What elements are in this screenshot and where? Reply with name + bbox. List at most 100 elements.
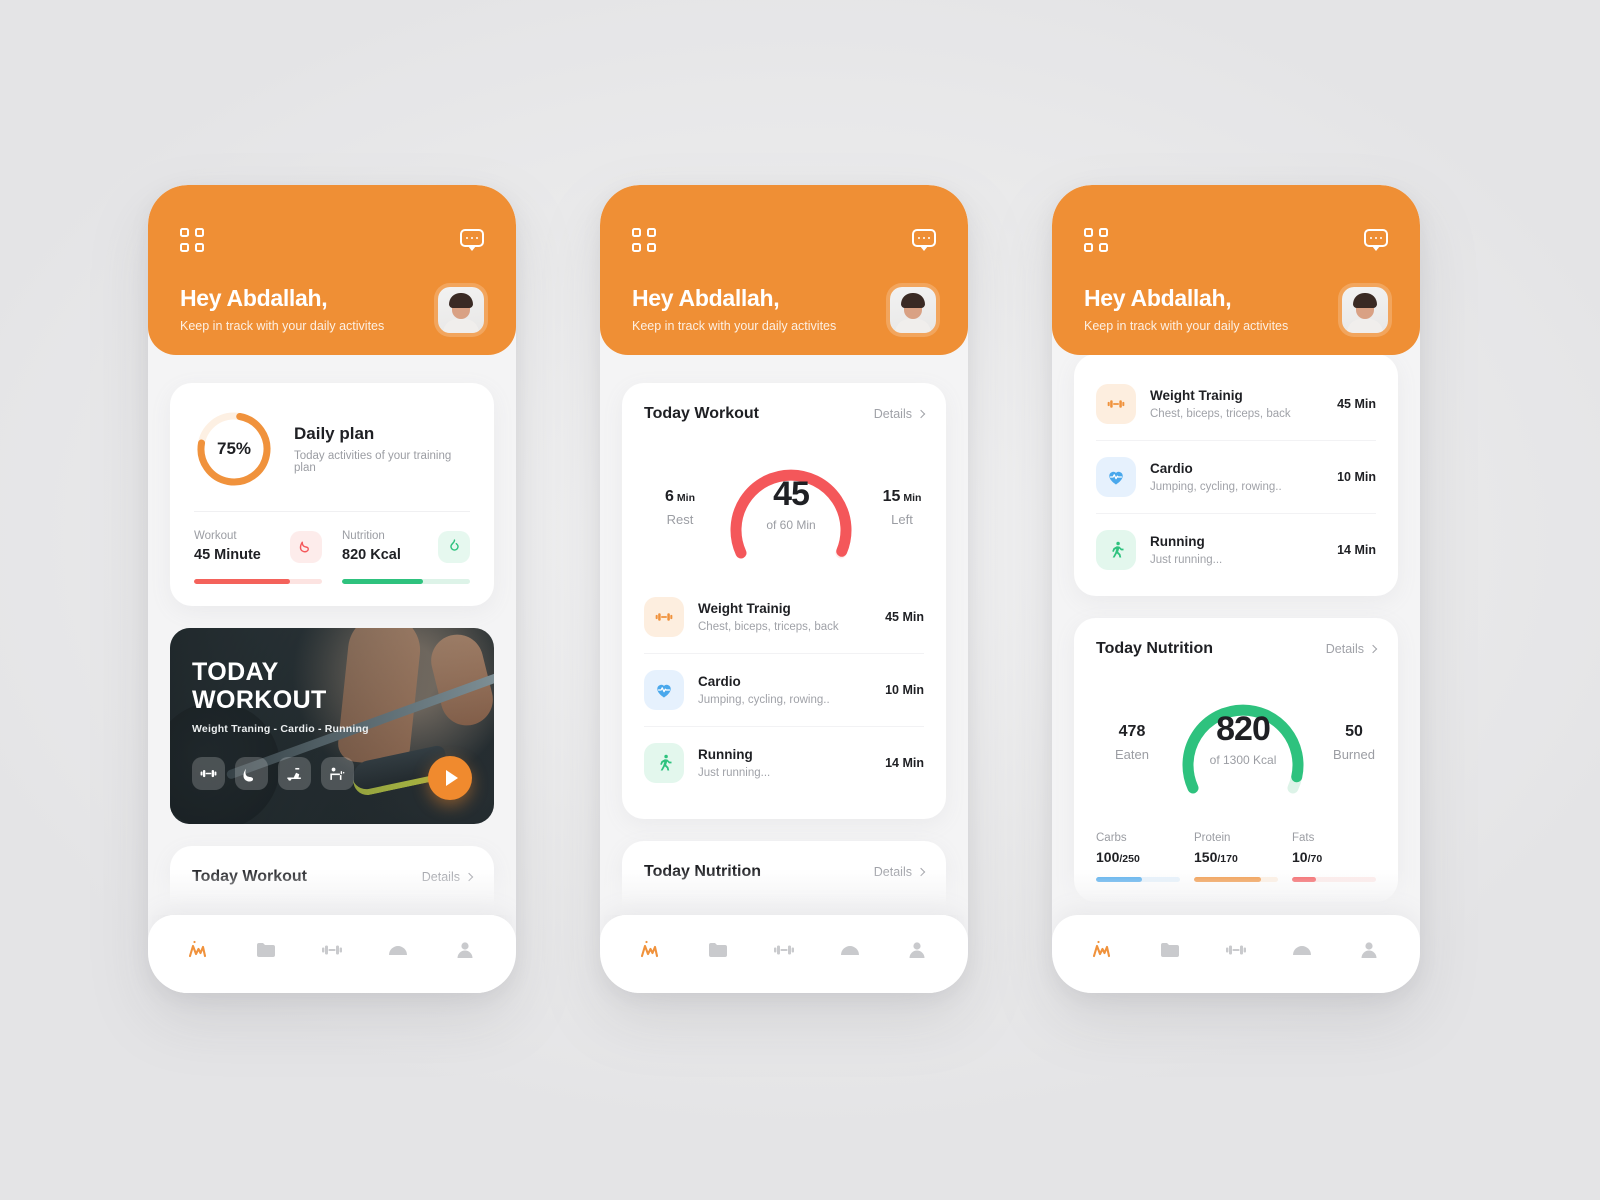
details-link[interactable]: Details	[874, 407, 926, 421]
daily-plan-title: Daily plan	[294, 424, 375, 443]
exercise-name: Running	[1150, 534, 1205, 549]
workout-gauge-row: 6 Min Rest 45 of 60 Min 15 Min Left	[644, 441, 924, 573]
list-item[interactable]: Weight Trainig Chest, biceps, triceps, b…	[1096, 368, 1376, 440]
tab-profile[interactable]	[443, 930, 487, 970]
tab-folder[interactable]	[244, 930, 288, 970]
rest-num: 6	[665, 487, 674, 505]
bicep-icon[interactable]	[235, 757, 268, 790]
tab-activity[interactable]	[177, 930, 221, 970]
details-link[interactable]: Details	[1325, 642, 1378, 656]
avatar[interactable]	[1342, 287, 1388, 333]
section-title: Today Workout	[644, 405, 759, 422]
exercise-name: Cardio	[1150, 461, 1193, 476]
greeting-text: Hey Abdallah,	[180, 285, 328, 311]
left-label: Left	[891, 511, 913, 527]
section-title: Today Workout	[192, 868, 307, 885]
today-workout-banner[interactable]: TODAY WORKOUT Weight Traning - Cardio - …	[170, 628, 494, 824]
exercise-duration: 45 Min	[1337, 397, 1376, 411]
chat-bubble-icon[interactable]	[1364, 229, 1388, 251]
tab-profile[interactable]	[1347, 930, 1391, 970]
banner-title-line1: TODAY	[192, 658, 279, 686]
tab-nutrition[interactable]	[828, 930, 872, 970]
header-greeting-block: Hey Abdallah, Keep in track with your da…	[180, 285, 484, 333]
daily-stat-nutrition: Nutrition 820 Kcal	[342, 530, 470, 584]
tab-folder[interactable]	[1148, 930, 1192, 970]
macro-progress-bar	[1194, 877, 1278, 882]
bicep-icon	[290, 530, 322, 563]
header-toolbar	[1084, 227, 1388, 253]
tab-workout[interactable]	[1214, 930, 1258, 970]
greeting-subtitle: Keep in track with your daily activites	[1084, 319, 1289, 333]
exercise-desc: Chest, biceps, triceps, back	[698, 621, 839, 633]
scroll-region-3: Weight Trainig Chest, biceps, triceps, b…	[1052, 355, 1420, 993]
exercise-desc: Just running...	[1150, 554, 1223, 566]
macro-value: 10	[1292, 849, 1308, 865]
details-label: Details	[421, 870, 460, 884]
tab-activity[interactable]	[1081, 930, 1125, 970]
stat-progress-bar	[342, 579, 470, 584]
exercise-bike-icon[interactable]	[278, 757, 311, 790]
list-item[interactable]: Running Just running... 14 Min	[1096, 513, 1376, 586]
nutrition-gauge-total: of 1300 Kcal	[1209, 753, 1277, 767]
details-label: Details	[873, 865, 912, 879]
details-link[interactable]: Details	[421, 870, 474, 884]
tab-nutrition[interactable]	[376, 930, 420, 970]
tab-profile[interactable]	[895, 930, 939, 970]
macro-progress-bar	[1096, 877, 1180, 882]
header-greeting-block: Hey Abdallah, Keep in track with your da…	[1084, 285, 1388, 333]
exercise-desc: Jumping, cycling, rowing..	[698, 694, 830, 706]
list-item[interactable]: Cardio Jumping, cycling, rowing.. 10 Min	[644, 653, 924, 726]
grid-icon[interactable]	[632, 228, 656, 252]
tab-workout[interactable]	[310, 930, 354, 970]
scroll-region-1: 75% Daily plan Today activities of your …	[148, 355, 516, 993]
tab-workout[interactable]	[762, 930, 806, 970]
nutrition-gauge-value: 820	[1216, 710, 1271, 748]
dumbbell-icon[interactable]	[192, 757, 225, 790]
eaten-label: Eaten	[1115, 746, 1149, 762]
section-title: Today Nutrition	[1096, 640, 1214, 657]
chevron-right-icon	[1368, 644, 1378, 654]
app-header: Hey Abdallah, Keep in track with your da…	[1052, 185, 1420, 355]
dumbbell-icon	[1096, 384, 1136, 424]
dumbbell-icon	[644, 597, 684, 637]
exercise-duration: 10 Min	[885, 683, 924, 697]
exercise-name: Cardio	[698, 674, 741, 689]
list-item[interactable]: Cardio Jumping, cycling, rowing.. 10 Min	[1096, 440, 1376, 513]
phone-mockup-3: Hey Abdallah, Keep in track with your da…	[1052, 185, 1420, 993]
tab-nutrition[interactable]	[1280, 930, 1324, 970]
exercise-list: Weight Trainig Chest, biceps, triceps, b…	[644, 581, 924, 799]
avatar[interactable]	[438, 287, 484, 333]
tab-folder[interactable]	[696, 930, 740, 970]
banner-title-line2: WORKOUT	[192, 686, 327, 714]
eaten-num: 478	[1118, 722, 1146, 740]
daily-plan-ring: 75%	[194, 409, 274, 489]
bottom-tabbar	[1052, 915, 1420, 993]
nutrition-gauge-row: 478 Eaten 820 of 1300 Kcal 50 Burned	[1096, 676, 1376, 808]
grid-icon[interactable]	[1084, 228, 1108, 252]
burned-label: Burned	[1333, 746, 1375, 762]
list-item[interactable]: Running Just running... 14 Min	[644, 726, 924, 799]
exercise-name: Weight Trainig	[698, 601, 791, 616]
app-header: Hey Abdallah, Keep in track with your da…	[600, 185, 968, 355]
details-link[interactable]: Details	[873, 865, 926, 879]
list-item[interactable]: Weight Trainig Chest, biceps, triceps, b…	[644, 581, 924, 653]
bench-press-icon[interactable]	[321, 757, 354, 790]
details-label: Details	[1325, 642, 1364, 656]
macro-value: 100	[1096, 849, 1120, 865]
greeting-text: Hey Abdallah,	[632, 285, 780, 311]
nutrition-gauge: 820 of 1300 Kcal	[1168, 676, 1318, 808]
heartbeat-icon	[644, 670, 684, 710]
play-button[interactable]	[428, 756, 472, 800]
running-icon	[644, 743, 684, 783]
stat-label: Nutrition	[342, 530, 385, 542]
tab-activity[interactable]	[629, 930, 673, 970]
chat-bubble-icon[interactable]	[460, 229, 484, 251]
chat-bubble-icon[interactable]	[912, 229, 936, 251]
avatar[interactable]	[890, 287, 936, 333]
scroll-region-2: Today Workout Details 6 Min Rest 45 of 6…	[600, 355, 968, 993]
header-toolbar	[632, 227, 936, 253]
grid-icon[interactable]	[180, 228, 204, 252]
rest-label: Rest	[666, 511, 694, 527]
divider	[194, 511, 470, 512]
exercise-name: Weight Trainig	[1150, 388, 1243, 403]
